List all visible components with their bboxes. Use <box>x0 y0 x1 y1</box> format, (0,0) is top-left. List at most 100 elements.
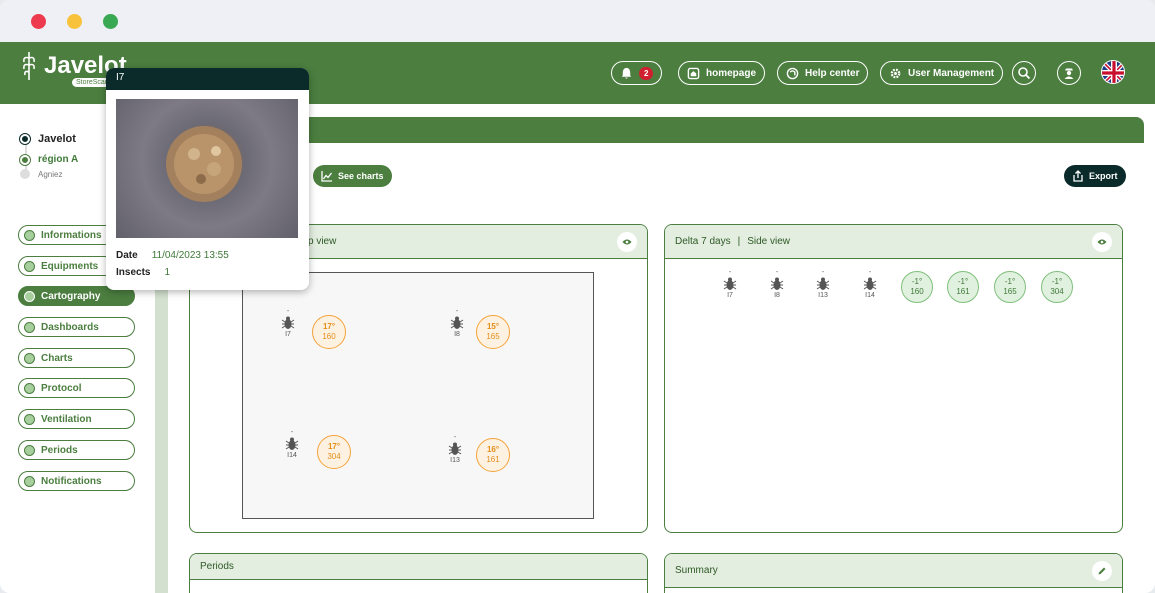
side-sensor-I7[interactable]: - I7 <box>722 269 738 299</box>
notifications-button[interactable]: 2 <box>611 61 663 85</box>
help-center-label: Help center <box>805 67 860 79</box>
homepage-button[interactable]: homepage <box>678 61 766 85</box>
nav-periods[interactable]: Periods <box>18 440 135 460</box>
bug-icon <box>770 277 784 290</box>
delta-reading[interactable]: -1° 161 <box>947 271 979 303</box>
nav-label: Ventilation <box>41 413 92 425</box>
sensor-reading-I8[interactable]: 15° 165 <box>476 315 510 349</box>
nav-label: Periods <box>41 444 78 456</box>
help-icon <box>786 67 799 79</box>
eye-icon <box>1097 239 1107 245</box>
nav-label: Charts <box>41 352 73 364</box>
sensor-id: I14 <box>865 292 875 299</box>
sensor-reading-I7[interactable]: 17° 160 <box>312 315 346 349</box>
eye-icon <box>622 239 632 245</box>
search-button[interactable] <box>1012 61 1036 85</box>
nav-dot <box>24 382 35 394</box>
delta-value: 160 <box>910 287 924 296</box>
sensor-id: I8 <box>454 331 460 338</box>
nav-label: Informations <box>41 229 102 241</box>
tree-root[interactable]: Javelot <box>20 133 76 145</box>
sensor-tooltip: I7 Date 11/04/2023 13:55 Insects 1 <box>106 68 309 290</box>
pencil-icon <box>1098 567 1106 575</box>
date-label: Date <box>116 250 138 261</box>
tree-root-label: Javelot <box>38 133 76 145</box>
sensor-value: 304 <box>327 452 341 461</box>
line-chart-icon <box>321 171 333 182</box>
side-sensor-I14[interactable]: - I14 <box>862 269 878 299</box>
sensor-temp: 16° <box>486 445 500 454</box>
close-window-button[interactable] <box>31 14 46 29</box>
sensor-value: 161 <box>486 455 500 464</box>
visibility-toggle-button[interactable] <box>617 232 637 252</box>
bug-icon <box>863 277 877 290</box>
user-management-button[interactable]: User Management <box>880 61 1004 85</box>
side-sensor-I8[interactable]: - I8 <box>769 269 785 299</box>
see-charts-button[interactable]: See charts <box>313 165 392 187</box>
user-profile-button[interactable] <box>1057 61 1081 85</box>
sensor-I14[interactable]: - I14 <box>284 429 300 459</box>
export-button[interactable]: Export <box>1064 165 1126 187</box>
side-view-title: Side view <box>747 236 791 247</box>
tooltip-date-row: Date 11/04/2023 13:55 <box>116 250 229 261</box>
edit-summary-button[interactable] <box>1092 561 1112 581</box>
header-separator: | <box>737 236 741 247</box>
notification-count-badge: 2 <box>639 66 654 80</box>
delta-temp: -1° <box>911 277 923 286</box>
tree-site-label: Agniez <box>38 169 63 179</box>
homepage-label: homepage <box>706 67 757 79</box>
sensor-temp: 17° <box>327 442 341 451</box>
delta-reading[interactable]: -1° 160 <box>901 271 933 303</box>
nav-dashboards[interactable]: Dashboards <box>18 317 135 337</box>
help-center-button[interactable]: Help center <box>777 61 869 85</box>
tree-region-label: région A <box>38 154 79 165</box>
export-label: Export <box>1089 171 1118 181</box>
nav-dot <box>24 229 35 241</box>
tooltip-title: I7 <box>106 68 309 90</box>
nav-dot <box>24 444 35 456</box>
nav-protocol[interactable]: Protocol <box>18 378 135 398</box>
summary-title: Summary <box>675 565 718 576</box>
delta-reading[interactable]: -1° 165 <box>994 271 1026 303</box>
sensor-I7[interactable]: - I7 <box>280 308 296 338</box>
sensor-id: I13 <box>818 292 828 299</box>
bug-icon <box>816 277 830 290</box>
sensor-value: 165 <box>486 332 500 341</box>
window-titlebar <box>0 0 1155 42</box>
delta-reading[interactable]: -1° 304 <box>1041 271 1073 303</box>
delta-value: 304 <box>1050 287 1064 296</box>
sensor-reading-I13[interactable]: 16° 161 <box>476 438 510 472</box>
browser-window: Javelot StoreScan 2 homepage Help center… <box>0 0 1155 593</box>
top-view-title: p view <box>308 236 337 247</box>
tree-site[interactable]: Agniez <box>20 169 62 179</box>
sensor-I8[interactable]: - I8 <box>449 308 465 338</box>
search-icon <box>1018 67 1031 80</box>
insects-value: 1 <box>164 267 171 278</box>
nav-charts[interactable]: Charts <box>18 348 135 368</box>
gear-icon <box>890 68 901 78</box>
trap-photo <box>116 99 298 238</box>
nav-notifications[interactable]: Notifications <box>18 471 135 491</box>
visibility-toggle-button[interactable] <box>1092 232 1112 252</box>
sensor-I13[interactable]: - I13 <box>447 434 463 464</box>
periods-title: Periods <box>200 561 234 572</box>
nav-label: Protocol <box>41 382 82 394</box>
bug-icon <box>281 316 295 329</box>
sensor-reading-I14[interactable]: 17° 304 <box>317 435 351 469</box>
side-sensor-I13[interactable]: - I13 <box>815 269 831 299</box>
sensor-temp: 15° <box>486 322 500 331</box>
delta-label: Delta 7 days <box>675 236 731 247</box>
language-flag-uk-icon[interactable] <box>1101 60 1125 84</box>
nav-dot <box>24 260 35 272</box>
nav-label: Equipments <box>41 260 99 272</box>
sensor-id: I8 <box>774 292 780 299</box>
tree-node-dot <box>20 169 30 179</box>
home-icon <box>687 67 700 79</box>
periods-card: Periods <box>189 553 648 593</box>
minimize-window-button[interactable] <box>67 14 82 29</box>
summary-header: Summary <box>665 554 1122 588</box>
maximize-window-button[interactable] <box>103 14 118 29</box>
tree-region[interactable]: région A <box>20 154 78 165</box>
sensor-id: I13 <box>450 457 460 464</box>
nav-ventilation[interactable]: Ventilation <box>18 409 135 429</box>
